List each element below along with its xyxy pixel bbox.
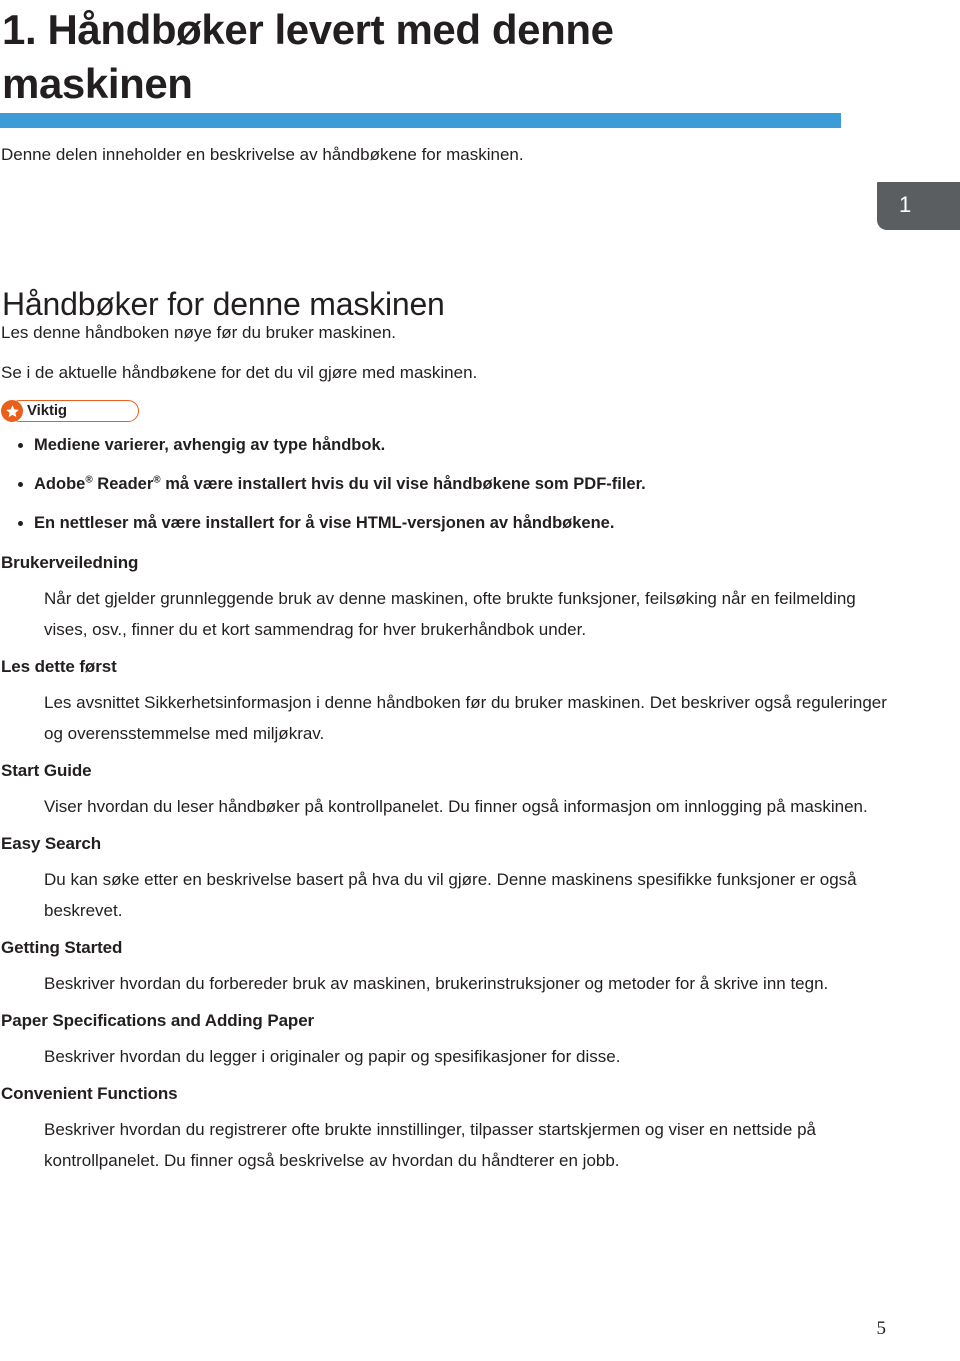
registered-mark-1: ® — [85, 474, 93, 486]
notice-label: Viktig — [27, 402, 67, 419]
manual-title: Getting Started — [1, 938, 123, 957]
manual-title: Paper Specifications and Adding Paper — [1, 1011, 315, 1030]
lead-line-2: Se i de aktuelle håndbøkene for det du v… — [1, 363, 478, 382]
manual-title: Brukerveiledning — [1, 553, 139, 572]
bullet-text: Mediene varierer, avhengig av type håndb… — [34, 436, 386, 454]
section-heading: Håndbøker for denne maskinen — [2, 285, 445, 322]
manual-description: Når det gjelder grunnleggende bruk av de… — [44, 589, 856, 639]
bullet-text-before: Adobe — [34, 475, 86, 493]
manual-entry: Getting Started Beskriver hvordan du for… — [0, 936, 900, 999]
manual-title: Les dette først — [1, 657, 117, 676]
list-item: Mediene varierer, avhengig av type håndb… — [0, 434, 900, 457]
manual-description: Du kan søke etter en beskrivelse basert … — [44, 870, 857, 920]
bullet-text-middle: Reader — [92, 475, 154, 493]
manual-title: Start Guide — [1, 761, 92, 780]
manual-entry: Paper Specifications and Adding Paper Be… — [0, 1009, 900, 1072]
manual-description: Les avsnittet Sikkerhetsinformasjon i de… — [44, 693, 887, 743]
manual-entry: Start Guide Viser hvordan du leser håndb… — [0, 759, 900, 822]
footer-page-number: 5 — [876, 1318, 887, 1339]
chapter-tab-number: 1 — [899, 192, 912, 217]
requirements-list: Mediene varierer, avhengig av type håndb… — [0, 434, 900, 535]
bullet-text-after: må være installert hvis du vil vise hånd… — [160, 475, 646, 493]
manual-entry: Convenient Functions Beskriver hvordan d… — [0, 1082, 900, 1176]
manual-description: Beskriver hvordan du forbereder bruk av … — [44, 974, 829, 993]
star-icon — [1, 400, 23, 422]
manual-title: Easy Search — [1, 834, 102, 853]
lead-line-1: Les denne håndboken nøye før du bruker m… — [1, 323, 397, 342]
manual-title: Convenient Functions — [1, 1084, 178, 1103]
accent-rule — [0, 113, 841, 128]
list-item: Adobe® Reader® må være installert hvis d… — [0, 473, 900, 496]
important-notice-badge: Viktig — [1, 400, 139, 422]
document-page: 1. Håndbøker levert med denne maskinen D… — [0, 0, 960, 1361]
manual-entry: Brukerveiledning Når det gjelder grunnle… — [0, 551, 900, 645]
list-item: En nettleser må være installert for å vi… — [0, 512, 900, 535]
manual-description: Beskriver hvordan du registrerer ofte br… — [44, 1120, 816, 1170]
chapter-tab: 1 — [877, 182, 960, 230]
registered-mark-2: ® — [153, 474, 161, 486]
chapter-title: 1. Håndbøker levert med denne maskinen — [2, 6, 614, 107]
bullet-text: En nettleser må være installert for å vi… — [34, 514, 615, 532]
manual-description: Viser hvordan du leser håndbøker på kont… — [44, 797, 868, 816]
content-flow: Les denne håndboken nøye før du bruker m… — [0, 320, 900, 1186]
manual-entry: Easy Search Du kan søke etter en beskriv… — [0, 832, 900, 926]
manual-description: Beskriver hvordan du legger i originaler… — [44, 1047, 621, 1066]
manual-entry: Les dette først Les avsnittet Sikkerhets… — [0, 655, 900, 749]
chapter-intro-text: Denne delen inneholder en beskrivelse av… — [1, 145, 524, 164]
